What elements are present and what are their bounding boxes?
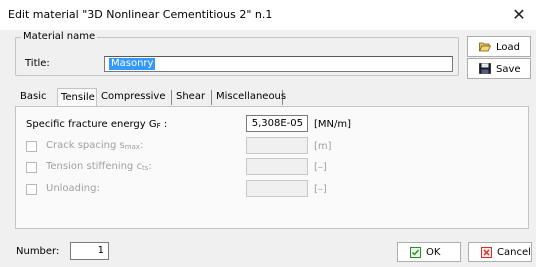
save-button-label: Save [496,64,521,75]
tension-stiffening-label-main: Tension stiffening c [46,161,142,172]
window-titlebar: Edit material "3D Nonlinear Cementitious… [0,0,536,30]
crack-spacing-label-sub: max [124,143,140,151]
cancel-button-label: Cancel [497,247,531,258]
cancel-button[interactable]: Cancel [468,242,532,262]
crack-spacing-unit: [m] [314,141,332,152]
tab-miscellaneous[interactable]: Miscellaneous [212,90,286,105]
fracture-energy-label: Specific fracture energy GF : [26,119,167,130]
tension-stiffening-label-tail: : [148,161,152,172]
tension-stiffening-label: Tension stiffening cts: [46,161,152,172]
tension-stiffening-checkbox[interactable] [26,162,37,173]
ok-button-label: OK [426,247,441,258]
unloading-input[interactable] [246,180,308,197]
fracture-energy-label-tail: : [160,119,168,130]
check-icon [410,247,421,258]
tab-basic[interactable]: Basic [16,90,57,105]
unloading-unit: [–] [314,184,327,195]
window-title: Edit material "3D Nonlinear Cementitious… [8,8,273,21]
material-name-group-label: Material name [21,31,98,42]
fracture-energy-input[interactable]: 5,308E-05 [246,115,308,132]
unloading-label: Unloading: [46,183,100,194]
ok-button[interactable]: OK [397,242,461,262]
crack-spacing-checkbox[interactable] [26,141,37,152]
crack-spacing-label-tail: : [140,140,144,151]
fracture-energy-label-main: Specific fracture energy G [26,119,157,130]
title-input[interactable]: Masonry [104,56,453,72]
crack-spacing-input[interactable] [246,137,308,154]
load-button-label: Load [496,42,520,53]
load-button[interactable]: Load [467,36,531,57]
save-button[interactable]: Save [467,58,531,79]
unloading-checkbox[interactable] [26,184,37,195]
tension-stiffening-input[interactable] [246,158,308,175]
crack-spacing-label-main: Crack spacing s [46,140,125,151]
title-label: Title: [25,58,50,69]
floppy-disk-icon [479,63,491,74]
tab-compressive[interactable]: Compressive [97,90,172,105]
fracture-energy-unit: [MN/m] [314,119,352,130]
tab-shear[interactable]: Shear [172,90,212,105]
title-input-value: Masonry [109,58,156,70]
crack-spacing-label: Crack spacing smax: [46,140,143,151]
tab-tensile[interactable]: Tensile [57,88,97,107]
number-label: Number: [16,246,60,257]
cancel-x-icon [481,247,492,258]
tension-stiffening-unit: [–] [314,162,327,173]
number-input[interactable]: 1 [70,242,109,260]
close-icon[interactable]: ✕ [502,0,536,30]
folder-open-icon [479,42,491,52]
